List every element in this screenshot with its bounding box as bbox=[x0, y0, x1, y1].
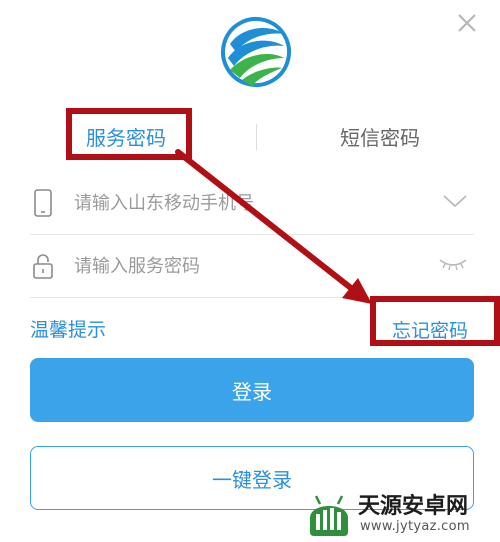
tips-link[interactable]: 温馨提示 bbox=[30, 315, 106, 342]
highlight-box-service-password bbox=[66, 108, 192, 160]
phone-input[interactable] bbox=[74, 185, 414, 221]
china-mobile-logo bbox=[221, 17, 291, 87]
login-page: 服务密码 短信密码 温馨提示 忘记密码 登录 一键登录 bbox=[0, 0, 500, 542]
lock-icon bbox=[33, 254, 53, 279]
phone-icon bbox=[34, 189, 52, 217]
phone-row bbox=[30, 173, 474, 235]
tab-divider bbox=[256, 124, 257, 150]
android-logo-icon bbox=[310, 495, 348, 536]
password-row bbox=[30, 236, 474, 298]
chevron-down-icon[interactable] bbox=[442, 193, 468, 209]
service-password-input[interactable] bbox=[74, 248, 414, 284]
tab-sms-password[interactable]: 短信密码 bbox=[340, 120, 420, 156]
login-button[interactable]: 登录 bbox=[30, 358, 474, 422]
eye-closed-icon[interactable] bbox=[438, 256, 468, 272]
highlight-box-forgot-password bbox=[370, 296, 500, 346]
watermark-url: www.jytyaz.com bbox=[360, 519, 470, 534]
close-icon[interactable] bbox=[454, 10, 480, 36]
watermark: 天源安卓网 www.jytyaz.com bbox=[300, 486, 500, 542]
watermark-title: 天源安卓网 bbox=[358, 494, 469, 519]
